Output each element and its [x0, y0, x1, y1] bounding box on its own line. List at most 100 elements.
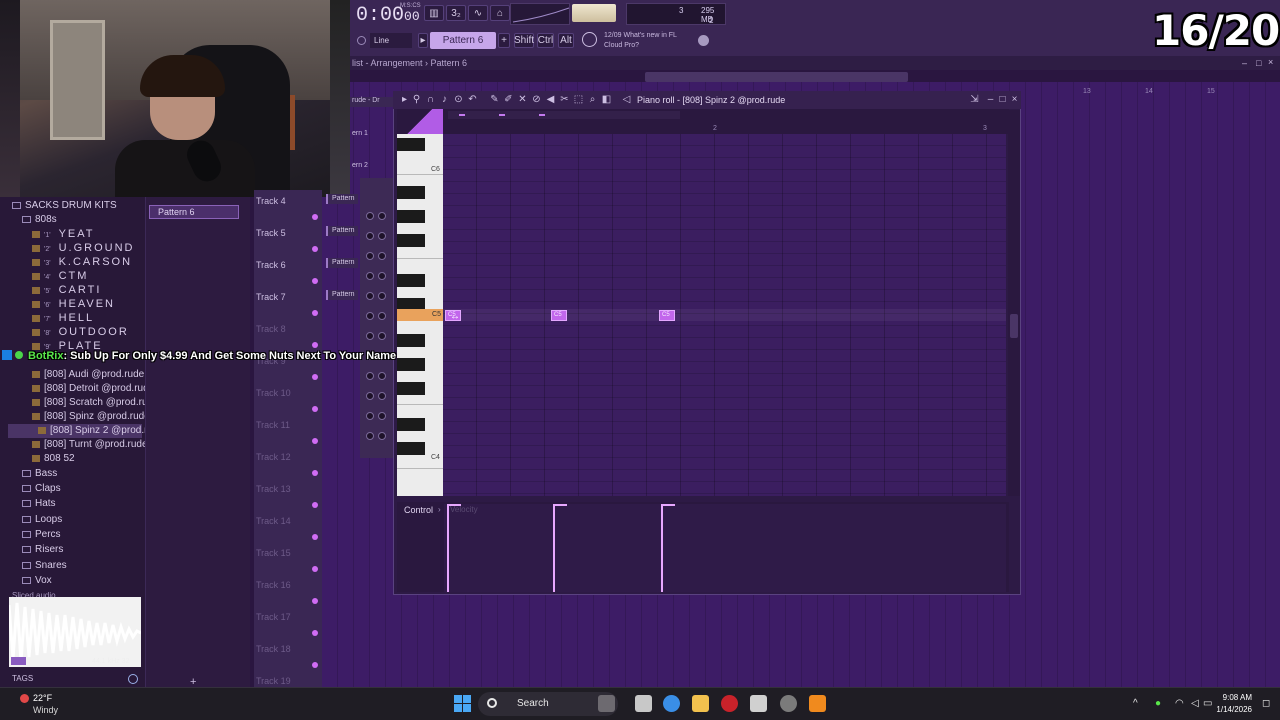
speaker-icon[interactable]: ◁ — [621, 94, 632, 105]
metronome-icon[interactable]: ⌂ — [490, 5, 510, 21]
fl-studio-icon[interactable] — [809, 695, 826, 712]
volume-knob[interactable] — [378, 332, 386, 340]
pan-knob[interactable] — [366, 392, 374, 400]
pencil-icon[interactable]: ✎ — [489, 94, 500, 105]
black-key[interactable] — [397, 418, 425, 431]
close-icon[interactable]: × — [1268, 57, 1273, 67]
volume-knob[interactable] — [378, 292, 386, 300]
tags-label[interactable]: TAGS — [12, 674, 33, 683]
black-key[interactable] — [397, 210, 425, 223]
track-mute-led[interactable] — [312, 662, 318, 668]
snap-icon[interactable]: ∩ — [425, 94, 436, 105]
volume-knob[interactable] — [378, 232, 386, 240]
pan-knob[interactable] — [366, 272, 374, 280]
slip-icon[interactable]: ◀ — [545, 94, 556, 105]
notification-icon[interactable]: ◻ — [1262, 698, 1270, 709]
velocity-cap[interactable] — [447, 504, 461, 506]
pan-knob[interactable] — [366, 232, 374, 240]
sample-file-selected[interactable]: [808] Spinz 2 @prod.rude — [8, 424, 164, 438]
control-label[interactable]: Control — [404, 505, 433, 515]
track-mute-led[interactable] — [312, 374, 318, 380]
chevron-right-icon[interactable]: › — [438, 505, 441, 514]
add-pattern-button[interactable]: + — [498, 33, 510, 48]
pattern-overview[interactable] — [448, 111, 680, 119]
weather-temp[interactable]: 22°F — [33, 693, 52, 703]
browser-folder[interactable]: Loops — [22, 513, 62, 527]
maximize-icon[interactable]: □ — [997, 94, 1008, 105]
sample-file[interactable]: [808] Audi @prod.rude — [32, 368, 144, 382]
sample-waveform-preview[interactable] — [7, 597, 142, 667]
pan-knob[interactable] — [366, 252, 374, 260]
opera-icon[interactable] — [721, 695, 738, 712]
snap-icon[interactable] — [357, 36, 366, 45]
snap-select[interactable]: Line — [370, 33, 412, 48]
zoom-icon[interactable]: ⌕ — [587, 94, 598, 105]
track-mute-led[interactable] — [312, 406, 318, 412]
track-mute-led[interactable] — [312, 342, 318, 348]
browser-folder[interactable]: Percs — [22, 528, 61, 542]
piano-roll-titlebar[interactable]: ▸ ⚲ ∩ ♪ ⊙ ↶ ✎ ✐ ✕ ⊘ ◀ ✂ ⬚ ⌕ ◧ ◁ Piano ro… — [393, 91, 1021, 109]
volume-knob[interactable] — [378, 312, 386, 320]
pattern-clip[interactable]: Pattern — [326, 226, 358, 236]
velocity-bar[interactable] — [447, 506, 449, 592]
volume-knob[interactable] — [378, 372, 386, 380]
kit-item[interactable]: '6' HEAVEN — [32, 297, 115, 311]
track-mute-led[interactable] — [312, 214, 318, 220]
detach-icon[interactable]: ⇲ — [969, 94, 980, 105]
black-key[interactable] — [397, 234, 425, 247]
wifi-icon[interactable]: ◠ — [1175, 698, 1184, 709]
track-mute-led[interactable] — [312, 246, 318, 252]
highlighted-key[interactable]: C5 — [397, 309, 443, 321]
record-icon[interactable]: ⊙ — [453, 94, 464, 105]
kit-item[interactable]: '7' HELL — [32, 311, 94, 325]
track-header[interactable]: Track 5 — [256, 228, 320, 258]
track-mute-led[interactable] — [312, 438, 318, 444]
pattern-selector[interactable]: Pattern 6 — [430, 32, 496, 49]
track-header[interactable]: Track 17 — [256, 612, 320, 642]
track-mute-led[interactable] — [312, 310, 318, 316]
track-header[interactable]: Track 15 — [256, 548, 320, 578]
browser-folder[interactable]: Bass — [22, 467, 57, 481]
black-key[interactable] — [397, 382, 425, 395]
black-key[interactable] — [397, 138, 425, 151]
search-icon[interactable] — [128, 674, 138, 684]
wave-icon[interactable]: ∿ — [468, 5, 488, 21]
pan-knob[interactable] — [366, 212, 374, 220]
velocity-cap[interactable] — [661, 504, 675, 506]
mute-icon[interactable]: ⊘ — [531, 94, 542, 105]
stamp-icon[interactable]: ♪ — [439, 94, 450, 105]
black-key[interactable] — [397, 186, 425, 199]
master-volume-slider[interactable] — [572, 4, 616, 22]
sample-file[interactable]: 808 52 — [32, 452, 75, 466]
track-header[interactable]: Track 12 — [256, 452, 320, 482]
pattern-clip[interactable]: Pattern — [326, 290, 358, 300]
kit-item[interactable]: '1' YEAT — [32, 227, 95, 241]
volume-knob[interactable] — [378, 272, 386, 280]
pan-knob[interactable] — [366, 332, 374, 340]
pattern-clip[interactable]: Pattern — [326, 194, 358, 204]
weather-condition[interactable]: Windy — [33, 705, 58, 715]
track-header[interactable]: Track 19 — [256, 676, 320, 686]
kit-item[interactable]: '3' K.CARSON — [32, 255, 132, 269]
volume-knob[interactable] — [378, 252, 386, 260]
pattern-clip[interactable]: Pattern — [326, 258, 358, 268]
select-icon[interactable]: ⬚ — [573, 94, 584, 105]
steam-icon[interactable] — [780, 695, 797, 712]
sample-file[interactable]: [808] Spinz @prod.rude — [32, 410, 150, 424]
brush-icon[interactable]: ✐ — [503, 94, 514, 105]
weather-icon[interactable] — [20, 694, 29, 703]
black-key[interactable] — [397, 274, 425, 287]
browser-folder[interactable]: Hats — [22, 497, 56, 511]
store-icon[interactable] — [750, 695, 767, 712]
browser-folder-808s[interactable]: 808s — [22, 213, 57, 227]
volume-knob[interactable] — [378, 412, 386, 420]
pan-knob[interactable] — [366, 312, 374, 320]
track-header[interactable]: Track 7 — [256, 292, 320, 322]
minimize-icon[interactable]: – — [985, 94, 996, 105]
midi-note[interactable]: C5 — [659, 310, 675, 321]
kit-item[interactable]: '8' OUTDOOR — [32, 325, 129, 339]
windows-start-icon[interactable] — [454, 695, 471, 712]
piano-roll-scrollbar[interactable] — [1008, 110, 1020, 496]
copilot-icon[interactable] — [663, 695, 680, 712]
alt-button[interactable]: Alt — [558, 33, 574, 48]
